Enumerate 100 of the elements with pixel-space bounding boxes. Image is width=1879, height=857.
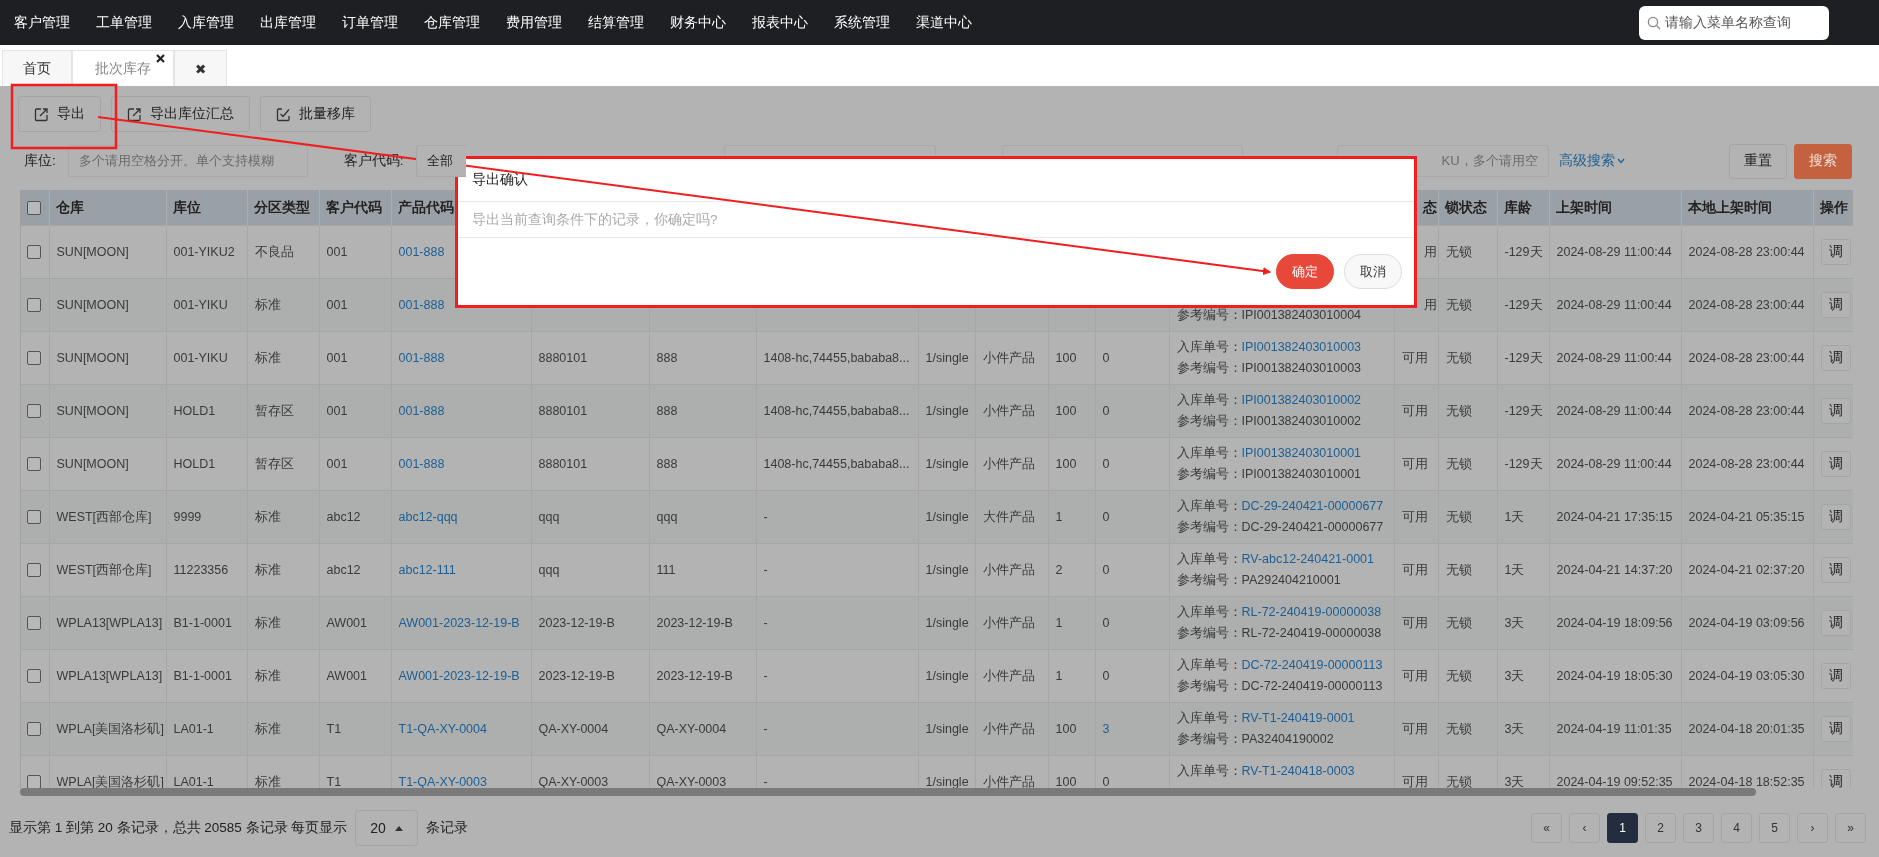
row-action-button[interactable]: 调 bbox=[1820, 769, 1851, 788]
table-cell: 8880101 bbox=[538, 404, 588, 418]
row-action-button[interactable]: 调 bbox=[1820, 239, 1851, 265]
toolbar-button[interactable]: 导出 bbox=[18, 96, 101, 132]
nav-menu-item[interactable]: 客户管理 bbox=[14, 13, 70, 32]
page-button[interactable]: 2 bbox=[1645, 813, 1676, 843]
page-button[interactable]: 1 bbox=[1607, 813, 1638, 843]
menu-search-field[interactable]: 请输入菜单名称查询 bbox=[1639, 5, 1829, 40]
cancel-button[interactable]: 取消 bbox=[1344, 254, 1402, 289]
page-tab[interactable]: ✖ bbox=[174, 50, 228, 86]
row-checkbox[interactable] bbox=[27, 298, 41, 313]
nav-menu-item[interactable]: 订单管理 bbox=[342, 13, 398, 32]
table-cell: 1天 bbox=[1504, 509, 1525, 524]
table-cell: QA-XY-0003 bbox=[538, 775, 609, 788]
table-cell: 111 bbox=[656, 563, 676, 577]
nav-menu-item[interactable]: 费用管理 bbox=[506, 13, 562, 32]
table-cell: 无锁 bbox=[1445, 615, 1472, 630]
table-cell: 1/single bbox=[925, 457, 969, 471]
row-checkbox[interactable] bbox=[27, 245, 41, 260]
doc-label: 参考编号： bbox=[1176, 308, 1242, 322]
row-checkbox[interactable] bbox=[27, 404, 41, 419]
table-cell: - bbox=[763, 563, 768, 577]
row-checkbox[interactable] bbox=[27, 510, 41, 525]
row-checkbox[interactable] bbox=[27, 457, 41, 472]
page-size-select[interactable]: 20 bbox=[355, 810, 418, 846]
row-checkbox[interactable] bbox=[27, 669, 41, 684]
table-cell: 小件产品 bbox=[982, 615, 1035, 630]
toolbar-button[interactable]: 导出库位汇总 bbox=[111, 96, 250, 132]
row-checkbox[interactable] bbox=[27, 722, 41, 737]
doc-label: 参考编号： bbox=[1176, 467, 1242, 481]
page-button[interactable]: › bbox=[1797, 813, 1828, 843]
doc-label: 入库单号： bbox=[1176, 711, 1242, 725]
table-link[interactable]: DC-72-240419-00000113 bbox=[1241, 658, 1383, 672]
row-action-button[interactable]: 调 bbox=[1820, 716, 1851, 742]
column-header: 库位 bbox=[172, 199, 201, 215]
row-checkbox[interactable] bbox=[27, 351, 41, 366]
search-button[interactable]: 搜索 bbox=[1794, 143, 1852, 179]
table-cell: 9999 bbox=[173, 510, 202, 524]
reset-button[interactable]: 重置 bbox=[1729, 143, 1787, 179]
row-action-button[interactable]: 调 bbox=[1820, 292, 1851, 318]
nav-menu-item[interactable]: 财务中心 bbox=[670, 13, 726, 32]
nav-menu-item[interactable]: 出库管理 bbox=[260, 13, 316, 32]
row-action-button[interactable]: 调 bbox=[1820, 610, 1851, 636]
page-button[interactable]: 4 bbox=[1721, 813, 1752, 843]
table-cell: - bbox=[763, 616, 768, 630]
table-link[interactable]: RV-abc12-240421-0001 bbox=[1241, 552, 1374, 566]
table-link[interactable]: RV-T1-240418-0003 bbox=[1241, 764, 1355, 778]
row-action-button[interactable]: 调 bbox=[1820, 557, 1851, 583]
row-action-button[interactable]: 调 bbox=[1820, 398, 1851, 424]
page-tab[interactable]: 首页 bbox=[2, 50, 72, 86]
row-checkbox[interactable] bbox=[27, 616, 41, 631]
column-header: 本地上架时间 bbox=[1687, 199, 1772, 215]
nav-menu-item[interactable]: 仓库管理 bbox=[424, 13, 480, 32]
table-cell: 1天 bbox=[1504, 562, 1525, 577]
dialog-message: 导出当前查询条件下的记录，你确定吗? bbox=[472, 210, 718, 229]
table-link[interactable]: 001-888 bbox=[398, 457, 445, 471]
row-action-button[interactable]: 调 bbox=[1820, 451, 1851, 477]
nav-menu-item[interactable]: 工单管理 bbox=[96, 13, 152, 32]
table-link[interactable]: 001-888 bbox=[398, 351, 445, 365]
page-button[interactable]: « bbox=[1531, 813, 1562, 843]
close-icon[interactable] bbox=[156, 54, 165, 63]
nav-menu-item[interactable]: 报表中心 bbox=[752, 13, 808, 32]
table-cell: AW001 bbox=[326, 616, 368, 630]
nav-menu-item[interactable]: 结算管理 bbox=[588, 13, 644, 32]
table-cell: 001-YIKU bbox=[173, 351, 228, 365]
nav-menu-item[interactable]: 系统管理 bbox=[834, 13, 890, 32]
table-cell: -129天 bbox=[1504, 456, 1543, 471]
page-button[interactable]: 3 bbox=[1683, 813, 1714, 843]
nav-menu-item[interactable]: 入库管理 bbox=[178, 13, 234, 32]
doc-label: 入库单号： bbox=[1176, 552, 1242, 566]
row-action-button[interactable]: 调 bbox=[1820, 663, 1851, 689]
table-cell: qqq bbox=[538, 563, 560, 577]
table-link[interactable]: T1-QA-XY-0003 bbox=[398, 775, 487, 788]
table-cell: 2024-08-28 23:00:44 bbox=[1688, 457, 1805, 471]
page-button[interactable]: 5 bbox=[1759, 813, 1790, 843]
row-checkbox[interactable] bbox=[27, 775, 41, 788]
table-link[interactable]: 001-888 bbox=[398, 245, 445, 259]
table-link[interactable]: IPI001382403010001 bbox=[1241, 446, 1362, 460]
page-tab[interactable]: 批次库存 bbox=[72, 50, 174, 86]
toolbar-button[interactable]: 批量移库 bbox=[260, 96, 371, 132]
row-checkbox[interactable] bbox=[27, 563, 41, 578]
advanced-search-link[interactable]: 高级搜索 bbox=[1558, 152, 1625, 170]
nav-menu-item[interactable]: 渠道中心 bbox=[916, 13, 972, 32]
table-cell: 可用 bbox=[1401, 668, 1428, 683]
page-button[interactable]: » bbox=[1835, 813, 1866, 843]
select-all-checkbox[interactable] bbox=[27, 201, 41, 216]
page-button[interactable]: ‹ bbox=[1569, 813, 1600, 843]
table-cell: 888 bbox=[656, 457, 678, 471]
table-cell: SUN[MOON] bbox=[56, 245, 129, 259]
table-cell: 001-YIKU bbox=[173, 298, 228, 312]
table-link[interactable]: IPI001382403010003 bbox=[1241, 340, 1362, 354]
table-link[interactable]: AW001-2023-12-19-B bbox=[398, 669, 520, 683]
customer-select[interactable]: 全部 bbox=[415, 145, 466, 177]
table-cell: 001 bbox=[326, 351, 348, 365]
confirm-button[interactable]: 确定 bbox=[1276, 254, 1334, 289]
row-action-button[interactable]: 调 bbox=[1820, 345, 1851, 371]
horizontal-scrollbar[interactable] bbox=[20, 788, 1756, 796]
doc-label: 参考编号： bbox=[1176, 414, 1242, 428]
row-action-button[interactable]: 调 bbox=[1820, 504, 1851, 530]
table-cell: IPI001382403010003 bbox=[1241, 361, 1362, 375]
